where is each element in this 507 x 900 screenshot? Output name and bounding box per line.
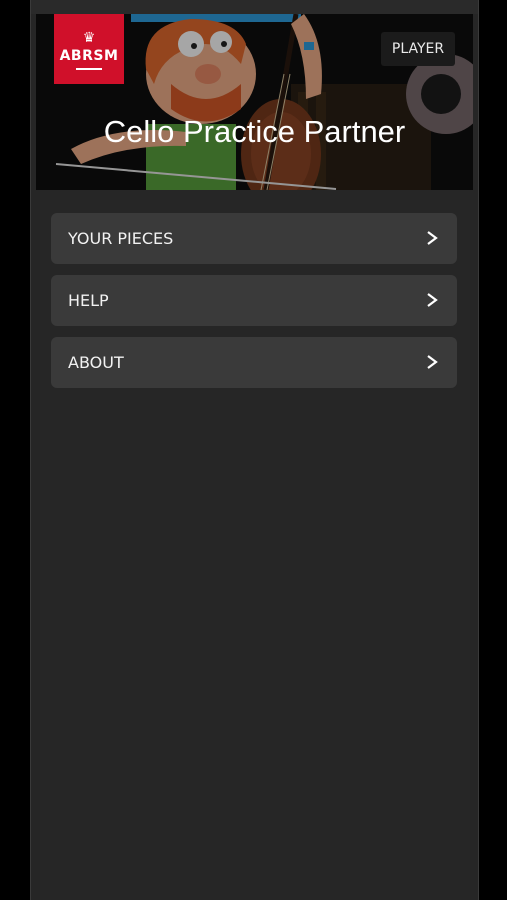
hero-banner: ♛ ABRSM PLAYER Cello Practice Partner [36, 14, 473, 190]
abrsm-logo: ♛ ABRSM [54, 14, 124, 84]
menu-item-about[interactable]: ABOUT [51, 337, 457, 388]
chevron-right-icon [427, 355, 438, 369]
main-menu: YOUR PIECES HELP ABOUT [51, 213, 457, 399]
logo-text: ABRSM [59, 47, 119, 64]
status-bar [31, 0, 478, 14]
app-title: Cello Practice Partner [103, 114, 406, 149]
player-button[interactable]: PLAYER [381, 32, 455, 66]
menu-item-label: ABOUT [68, 353, 124, 372]
chevron-right-icon [427, 231, 438, 245]
menu-item-your-pieces[interactable]: YOUR PIECES [51, 213, 457, 264]
app-screen: ♛ ABRSM PLAYER Cello Practice Partner YO… [30, 0, 479, 900]
chevron-right-icon [427, 293, 438, 307]
menu-item-help[interactable]: HELP [51, 275, 457, 326]
crown-icon: ♛ [82, 29, 96, 46]
logo-rule [76, 67, 102, 70]
menu-item-label: YOUR PIECES [68, 229, 174, 248]
menu-item-label: HELP [68, 291, 109, 310]
